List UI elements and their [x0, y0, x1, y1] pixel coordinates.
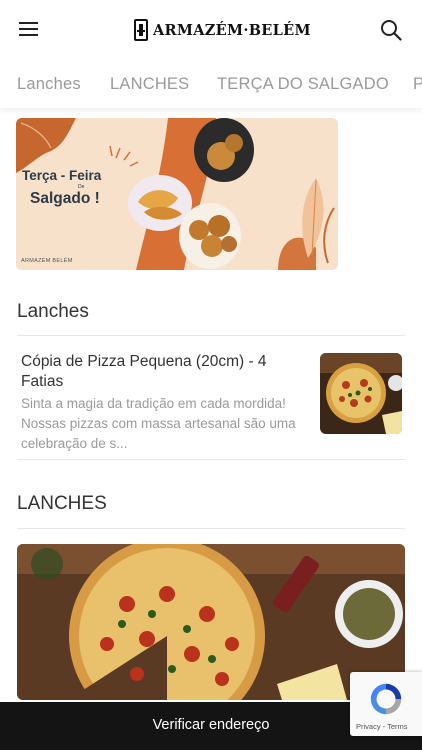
product-name: Cópia de Pizza Pequena (20cm) - 4 Fatias [21, 353, 267, 390]
product-thumbnail [320, 353, 402, 434]
item-divider [17, 459, 405, 460]
section-title-lanches-upper: LANCHES [17, 493, 107, 514]
tab-partial[interactable]: P [413, 75, 422, 94]
tab-lanches-upper[interactable]: LANCHES [110, 75, 189, 94]
product-description: Sinta a magia da tradição em cada mordid… [21, 396, 296, 451]
brand-name: ARMAZÉM·BELÉM [153, 21, 311, 39]
brand-logo[interactable]: ARMAZÉM·BELÉM [134, 18, 311, 42]
lanches-hero-image[interactable] [17, 544, 405, 700]
pizza-thumbnail-image [320, 353, 402, 434]
banner-brand: ARMAZÉM BELÉM [21, 258, 73, 264]
search-icon[interactable] [380, 19, 402, 41]
pizza-hero-image [17, 544, 405, 700]
tab-lanches[interactable]: Lanches [17, 75, 81, 94]
product-item[interactable]: Cópia de Pizza Pequena (20cm) - 4 Fatias… [17, 336, 405, 460]
section-divider [17, 528, 405, 529]
hamburger-menu-icon[interactable] [19, 22, 39, 38]
tab-terca-do-salgado[interactable]: TERÇA DO SALGADO [217, 75, 389, 94]
banner-title-line2: Salgado ! [30, 190, 100, 207]
logo-mark-icon [134, 19, 148, 41]
app-header: ARMAZÉM·BELÉM [0, 0, 422, 62]
promo-banner[interactable]: Terça - Feira De Salgado ! ARMAZÉM BELÉM [16, 118, 338, 270]
recaptcha-icon [370, 683, 402, 715]
recaptcha-badge[interactable]: Privacy - Terms [350, 672, 422, 736]
category-tabs: Lanches LANCHES TERÇA DO SALGADO P [0, 62, 422, 108]
recaptcha-terms[interactable]: Privacy - Terms [356, 722, 408, 731]
banner-title-line1: Terça - Feira [22, 168, 102, 183]
section-title-lanches: Lanches [17, 301, 89, 322]
